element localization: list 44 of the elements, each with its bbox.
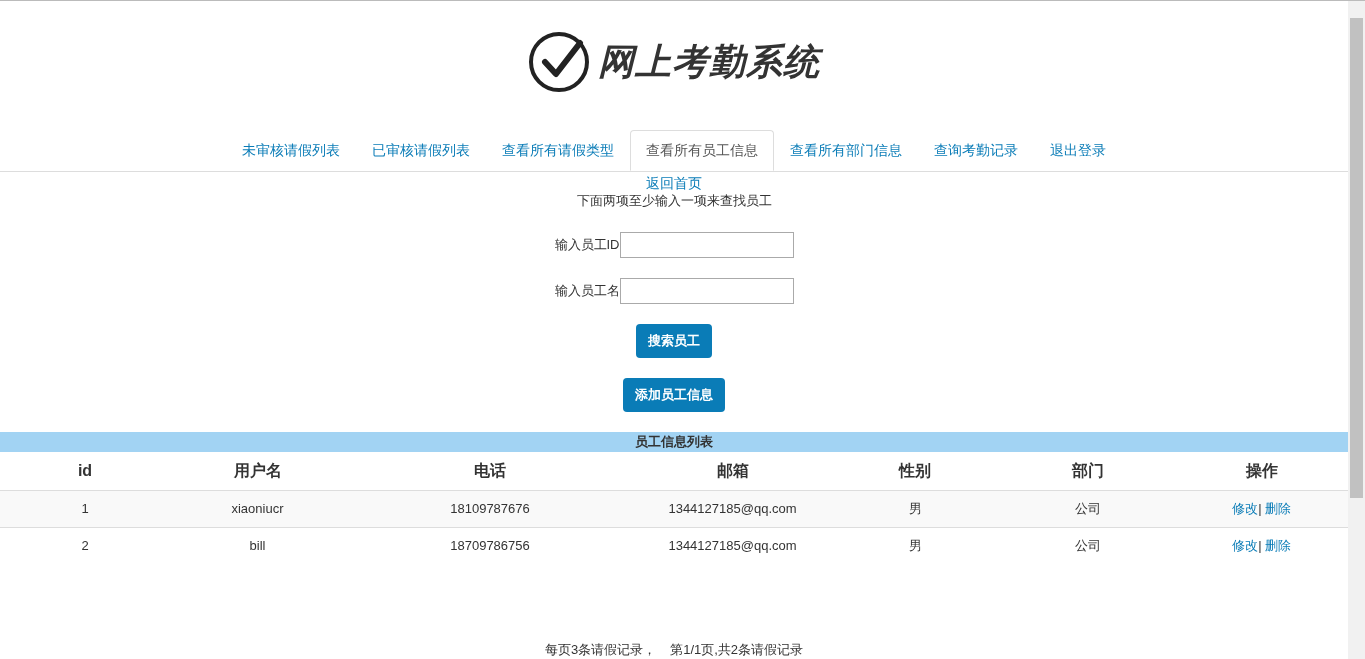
table-cell: 1344127185@qq.com — [635, 490, 830, 527]
table-cell: 男 — [830, 527, 1000, 564]
nav-tab[interactable]: 查看所有员工信息 — [630, 130, 774, 171]
back-home-link[interactable]: 返回首页 — [646, 174, 702, 192]
pagination-text: 每页3条请假记录， — [544, 641, 657, 659]
separator-text: | — [1258, 538, 1262, 553]
separator-text: | — [1258, 500, 1262, 516]
field-label: 输入员工ID — [554, 236, 620, 255]
row-action-link[interactable]: 删除 — [1264, 538, 1291, 553]
nav-tab[interactable]: 已审核请假列表 — [356, 130, 486, 171]
input-field[interactable] — [619, 232, 794, 258]
column-header: id — [0, 452, 170, 490]
nav-tab[interactable]: 未审核请假列表 — [226, 130, 356, 171]
table-cell: 2 — [0, 527, 170, 564]
table-cell: bill — [170, 527, 345, 564]
table-cell: 公司 — [1000, 527, 1175, 564]
table-title-bar: 员工信息列表 — [0, 432, 1348, 452]
table-cell: 公司 — [1000, 490, 1175, 527]
column-header: 电话 — [345, 452, 635, 490]
column-header: 操作 — [1175, 452, 1348, 490]
action-button[interactable]: 添加员工信息 — [623, 378, 725, 412]
action-button[interactable]: 搜索员工 — [636, 324, 712, 358]
row-action-link[interactable]: 删除 — [1264, 500, 1291, 516]
row-action-link[interactable]: 修改 — [1232, 538, 1259, 553]
nav-tab[interactable]: 查询考勤记录 — [918, 130, 1034, 171]
input-field[interactable] — [619, 278, 794, 304]
nav-tab[interactable]: 退出登录 — [1034, 130, 1122, 171]
checkmark-logo-icon — [528, 31, 591, 93]
column-header: 邮箱 — [635, 452, 830, 490]
table-cell: 18709786756 — [345, 527, 635, 564]
column-header: 部门 — [1000, 452, 1175, 490]
table-cell: 1344127185@qq.com — [635, 527, 830, 564]
table-cell: 1 — [0, 490, 170, 527]
table-cell: 男 — [830, 490, 1000, 527]
nav-tab[interactable]: 查看所有部门信息 — [774, 130, 918, 171]
field-label: 输入员工名 — [554, 282, 620, 301]
column-header: 性别 — [830, 452, 1000, 490]
table-cell: 18109787676 — [345, 490, 635, 527]
row-action-link[interactable]: 修改 — [1232, 500, 1259, 516]
instruction-text: 下面两项至少输入一项来查找员工 — [576, 192, 772, 210]
nav-tab[interactable]: 查看所有请假类型 — [486, 130, 630, 171]
pagination-text: 第1/1页,共2条请假记录 — [670, 641, 804, 659]
table-cell: xiaoniucr — [170, 490, 345, 527]
column-header: 用户名 — [170, 452, 345, 490]
